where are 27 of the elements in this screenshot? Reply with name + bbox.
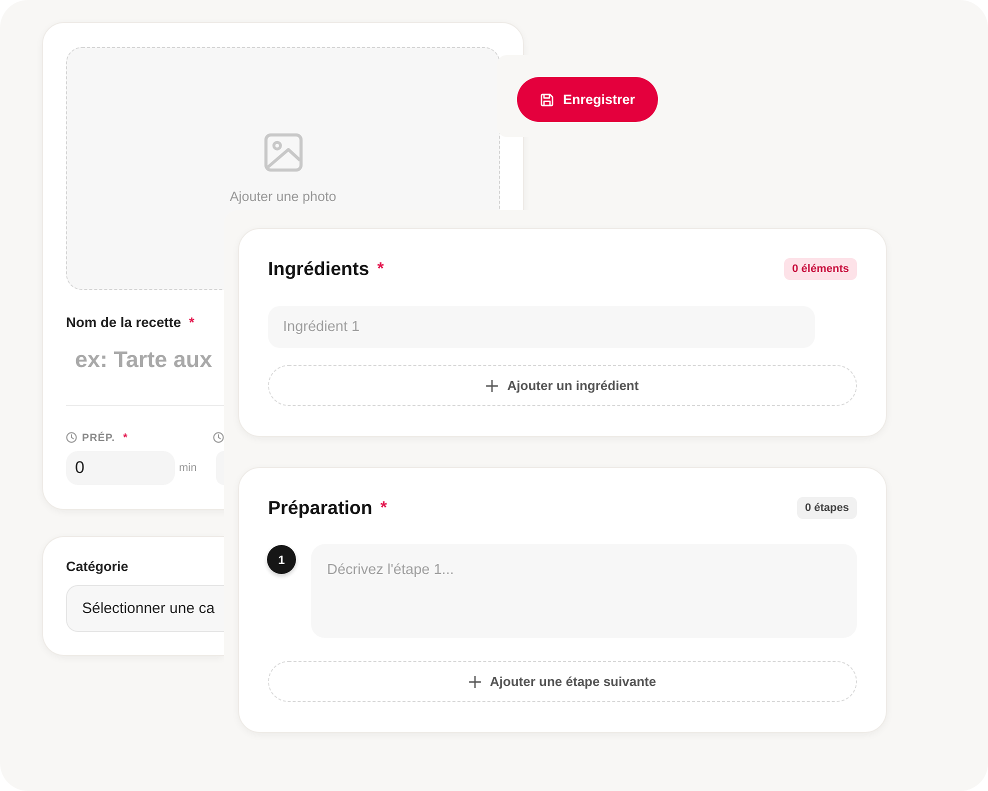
plus-icon: [486, 380, 498, 392]
section-title: Préparation: [268, 497, 372, 519]
save-button[interactable]: Enregistrer: [517, 77, 658, 122]
required-mark: *: [380, 497, 387, 519]
time-label: PRÉP.: [82, 432, 116, 444]
field-label: Nom de la recette: [66, 315, 182, 331]
plus-icon: [468, 676, 481, 688]
time-input[interactable]: 0: [66, 451, 175, 485]
add-ingredient-button[interactable]: Ajouter un ingrédient: [268, 365, 857, 406]
clock-icon: [66, 432, 77, 443]
name-input[interactable]: ex: Tarte aux: [66, 342, 224, 406]
field-label: Catégorie: [66, 559, 130, 575]
step-input[interactable]: Décrivez l'étape 1...: [311, 544, 857, 638]
required-mark: *: [123, 432, 128, 444]
count-badge: 0 étapes: [796, 497, 857, 519]
category-select[interactable]: Sélectionner une ca: [66, 585, 224, 632]
image-icon: [264, 132, 302, 172]
clock-icon: [213, 432, 224, 443]
count-badge: 0 éléments: [784, 258, 857, 280]
unit-label: min: [179, 462, 197, 474]
section-title: Ingrédients: [268, 258, 370, 280]
ingredient-input[interactable]: Ingrédient 1: [268, 306, 815, 348]
step-number: 1: [267, 545, 296, 574]
required-mark: *: [377, 258, 384, 280]
required-mark: *: [189, 315, 194, 331]
add-step-button[interactable]: Ajouter une étape suivante: [268, 661, 857, 702]
save-icon: [540, 92, 554, 106]
